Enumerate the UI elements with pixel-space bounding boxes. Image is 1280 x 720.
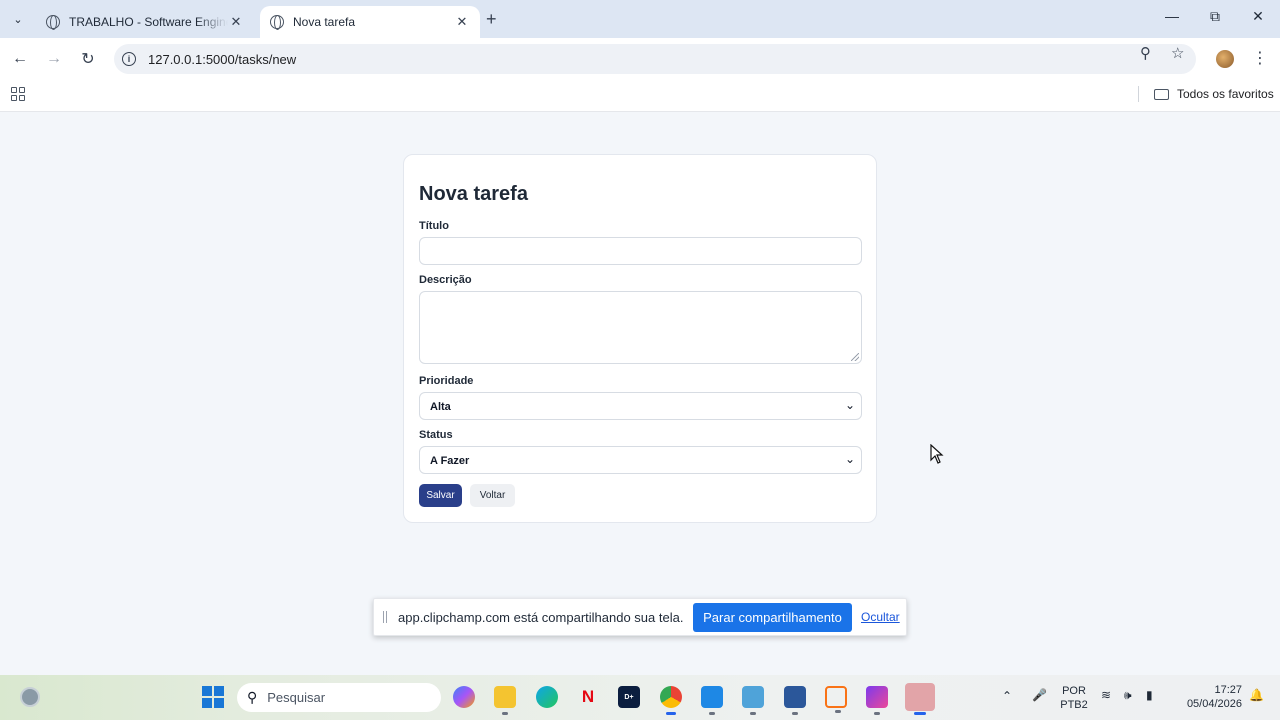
page-title: Nova tarefa [419,183,528,205]
titulo-input[interactable] [419,237,862,265]
volume-icon[interactable]: 🕪 [1124,688,1132,703]
tab-strip: ⌄ TRABALHO - Software Engineer ✕ Nova ta… [0,0,1280,38]
close-icon[interactable]: ✕ [454,14,470,30]
zoom-icon[interactable]: ⚲ [1140,44,1151,62]
sharing-message: app.clipchamp.com está compartilhando su… [398,610,684,625]
chevron-up-icon[interactable]: ⌃ [1002,689,1012,703]
status-selected: A Fazer [430,455,470,467]
bookmarks-divider [1138,86,1139,102]
stop-sharing-button[interactable]: Parar compartilhamento [693,603,852,632]
vscode-icon[interactable] [701,686,723,715]
clock-date: 05/04/2026 [1186,698,1242,710]
status-select[interactable]: A Fazer ⌄ [419,446,862,474]
new-tab-icon[interactable]: + [486,9,497,30]
tab-search-button[interactable]: ⌄ [6,8,30,30]
chrome-icon[interactable] [660,686,682,715]
notification-icon[interactable]: 🔔 [1249,688,1264,702]
tablet-app-icon[interactable] [905,683,935,715]
all-bookmarks-folder[interactable]: Todos os favoritos [1154,87,1274,101]
titulo-label: Título [419,220,449,232]
snipping-tool-icon[interactable] [825,686,847,713]
microphone-icon[interactable]: 🎤 [1032,688,1047,702]
weather-widget-icon[interactable] [20,687,40,707]
bookmark-star-icon[interactable]: ☆ [1171,44,1184,62]
globe-icon [270,15,284,30]
close-icon[interactable]: ✕ [228,14,244,30]
battery-icon[interactable]: ▮ [1146,688,1153,702]
chevron-down-icon: ⌄ [844,452,855,466]
profile-avatar[interactable] [1216,50,1234,68]
tab-title: TRABALHO - Software Engineer [69,15,228,29]
tab-title: Nova tarefa [293,15,356,29]
clipchamp-icon[interactable] [866,686,888,715]
window-close-icon[interactable]: ✕ [1248,8,1268,25]
search-placeholder: Pesquisar [267,690,326,705]
clock[interactable]: 17:27 05/04/2026 [1178,683,1242,711]
drag-handle-icon[interactable] [383,611,387,623]
back-button[interactable]: Voltar [470,484,515,507]
folder-icon [1154,88,1169,100]
edge-icon[interactable] [536,686,558,708]
restore-icon[interactable]: ⧉ [1205,8,1225,25]
forward-arrow-icon[interactable]: → [43,48,65,70]
descricao-label: Descrição [419,274,472,286]
language-code: POR [1062,685,1086,697]
resize-handle-icon[interactable] [851,353,859,361]
hide-link[interactable]: Ocultar [861,610,900,624]
address-bar[interactable]: i 127.0.0.1:5000/tasks/new [114,44,1196,74]
windows-start-icon[interactable] [202,686,224,708]
minimize-icon[interactable]: — [1162,8,1182,24]
tab-nova-tarefa[interactable]: Nova tarefa ✕ [260,6,480,38]
browser-toolbar: ← → ↻ i 127.0.0.1:5000/tasks/new ⚲ ☆ ⋮ [0,38,1280,80]
disney-plus-icon[interactable]: D+ [618,686,640,708]
save-button[interactable]: Salvar [419,484,462,507]
copilot-icon[interactable] [453,686,475,708]
netflix-icon[interactable]: N [577,686,599,708]
language-indicator[interactable]: POR PTB2 [1058,684,1090,712]
keyboard-layout: PTB2 [1060,699,1088,711]
prioridade-selected: Alta [430,401,451,413]
all-bookmarks-label: Todos os favoritos [1177,87,1274,101]
prioridade-label: Prioridade [419,375,474,387]
new-task-card: Nova tarefa Título Descrição Prioridade … [403,154,877,523]
windows-taskbar: ⚲ Pesquisar N D+ ⌃ 🎤 POR PTB2 ≋ 🕪 ▮ 17:2… [0,675,1280,720]
back-arrow-icon[interactable]: ← [9,48,31,70]
bookmarks-bar: Todos os favoritos [0,80,1280,112]
prioridade-select[interactable]: Alta ⌄ [419,392,862,420]
site-info-icon[interactable]: i [122,52,136,66]
descricao-textarea[interactable] [419,291,862,364]
notepad-icon[interactable] [742,686,764,715]
chevron-down-icon: ⌄ [13,13,23,26]
globe-icon [46,15,60,30]
reload-icon[interactable]: ↻ [77,48,99,70]
chevron-down-icon: ⌄ [844,398,855,412]
file-explorer-icon[interactable] [494,686,516,715]
url-text: 127.0.0.1:5000/tasks/new [148,51,297,67]
wifi-icon[interactable]: ≋ [1101,688,1111,702]
search-icon: ⚲ [247,689,258,705]
tab-trabalho[interactable]: TRABALHO - Software Engineer ✕ [36,6,254,38]
apps-grid-icon[interactable] [11,87,25,101]
menu-kebab-icon[interactable]: ⋮ [1252,48,1268,68]
word-icon[interactable] [784,686,806,715]
clock-time: 17:27 [1214,684,1242,696]
screen-sharing-bar: app.clipchamp.com está compartilhando su… [373,598,907,636]
status-label: Status [419,429,453,441]
taskbar-search[interactable]: ⚲ Pesquisar [237,683,441,712]
